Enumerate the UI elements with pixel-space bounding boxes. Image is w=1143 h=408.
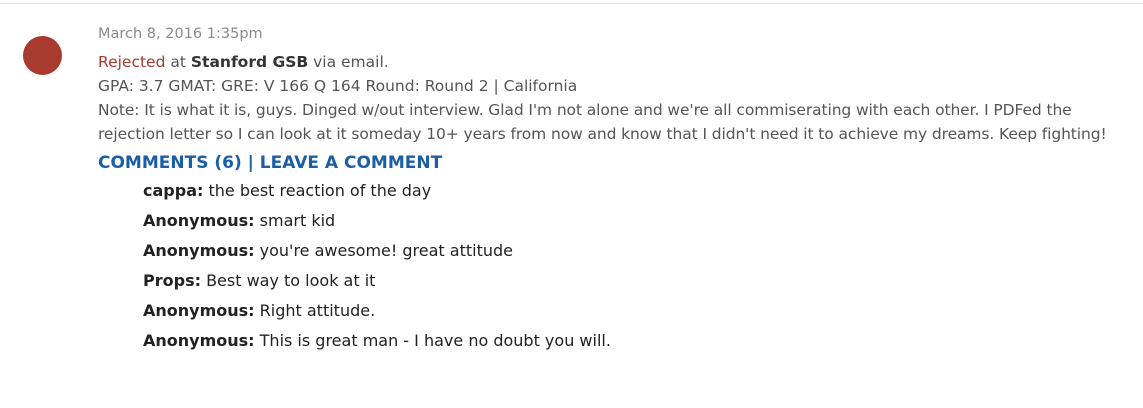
avatar [23, 36, 62, 75]
leave-comment-link[interactable]: LEAVE A COMMENT [260, 153, 442, 173]
at-text: at [165, 53, 191, 71]
school-name: Stanford GSB [190, 53, 309, 71]
decision-status: Rejected [98, 53, 166, 71]
comments-bar: COMMENTS (6) | LEAVE A COMMENT [98, 150, 1138, 176]
comment-text: Best way to look at it [200, 271, 376, 290]
comments-link[interactable]: COMMENTS (6) [98, 153, 242, 173]
comment-text: Right attitude. [254, 301, 376, 320]
comment-author: Anonymous: [143, 211, 255, 230]
top-divider [0, 0, 1143, 4]
comment-item: Props: Best way to look at it [143, 270, 1138, 292]
comment-text: This is great man - I have no doubt you … [254, 331, 611, 350]
comment-author: Anonymous: [143, 301, 255, 320]
comment-author: Anonymous: [143, 331, 255, 350]
via-text: via email. [308, 53, 389, 71]
entry-date: March 8, 2016 1:35pm [98, 26, 263, 42]
decision-line: Rejected at Stanford GSB via email. [98, 50, 1138, 74]
comment-author: cappa: [143, 181, 204, 200]
comment-text: the best reaction of the day [203, 181, 432, 200]
applicant-stats: GPA: 3.7 GMAT: GRE: V 166 Q 164 Round: R… [98, 77, 578, 95]
comment-list: cappa: the best reaction of the day Anon… [143, 180, 1138, 352]
comment-item: Anonymous: smart kid [143, 210, 1138, 232]
comment-text: smart kid [254, 211, 336, 230]
comment-item: Anonymous: This is great man - I have no… [143, 330, 1138, 352]
decision-entry: March 8, 2016 1:35pm Rejected at Stanfor… [98, 23, 1138, 360]
comment-author: Props: [143, 271, 201, 290]
comment-item: cappa: the best reaction of the day [143, 180, 1138, 202]
applicant-note: Note: It is what it is, guys. Dinged w/o… [98, 101, 1107, 143]
comment-author: Anonymous: [143, 241, 255, 260]
comments-separator: | [241, 153, 260, 173]
comment-item: Anonymous: Right attitude. [143, 300, 1138, 322]
comment-text: you're awesome! great attitude [254, 241, 513, 260]
comment-item: Anonymous: you're awesome! great attitud… [143, 240, 1138, 262]
